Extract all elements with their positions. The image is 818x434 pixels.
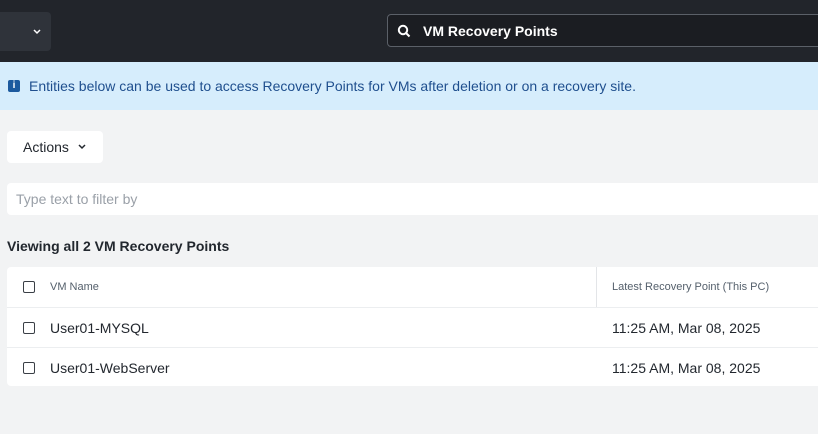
filter-input[interactable]: Type text to filter by [7,183,818,215]
column-header-vm-name[interactable]: VM Name [50,281,99,293]
table-row[interactable]: User01-MYSQL 11:25 AM, Mar 08, 2025 [7,307,818,348]
table-header-row: VM Name Latest Recovery Point (This PC) [7,267,818,307]
column-header-latest-recovery-point[interactable]: Latest Recovery Point (This PC) [612,281,769,293]
global-search-bar[interactable]: VM Recovery Points [387,14,818,47]
table-row[interactable]: User01-WebServer 11:25 AM, Mar 08, 2025 [7,347,818,388]
top-navigation-bar: VM Recovery Points [0,0,818,62]
chevron-down-icon [33,28,41,34]
select-all-checkbox[interactable] [23,281,35,293]
recovery-points-table: VM Name Latest Recovery Point (This PC) … [7,267,818,386]
info-icon: i [8,80,20,92]
results-summary: Viewing all 2 VM Recovery Points [7,238,230,254]
latest-recovery-point-cell: 11:25 AM, Mar 08, 2025 [612,320,761,336]
filter-placeholder: Type text to filter by [16,191,138,207]
chevron-down-icon [78,144,86,150]
row-checkbox[interactable] [23,322,35,334]
column-divider[interactable] [596,267,597,307]
search-icon [397,24,411,37]
actions-label: Actions [23,139,69,155]
actions-dropdown-button[interactable]: Actions [7,131,103,163]
info-banner-message: Entities below can be used to access Rec… [29,78,636,94]
info-banner: i Entities below can be used to access R… [0,62,818,110]
vm-name-cell[interactable]: User01-MYSQL [50,320,149,336]
row-checkbox[interactable] [23,362,35,374]
latest-recovery-point-cell: 11:25 AM, Mar 08, 2025 [612,360,761,376]
search-input[interactable]: VM Recovery Points [423,23,558,39]
nav-dropdown-button[interactable] [0,12,51,51]
vm-name-cell[interactable]: User01-WebServer [50,360,170,376]
